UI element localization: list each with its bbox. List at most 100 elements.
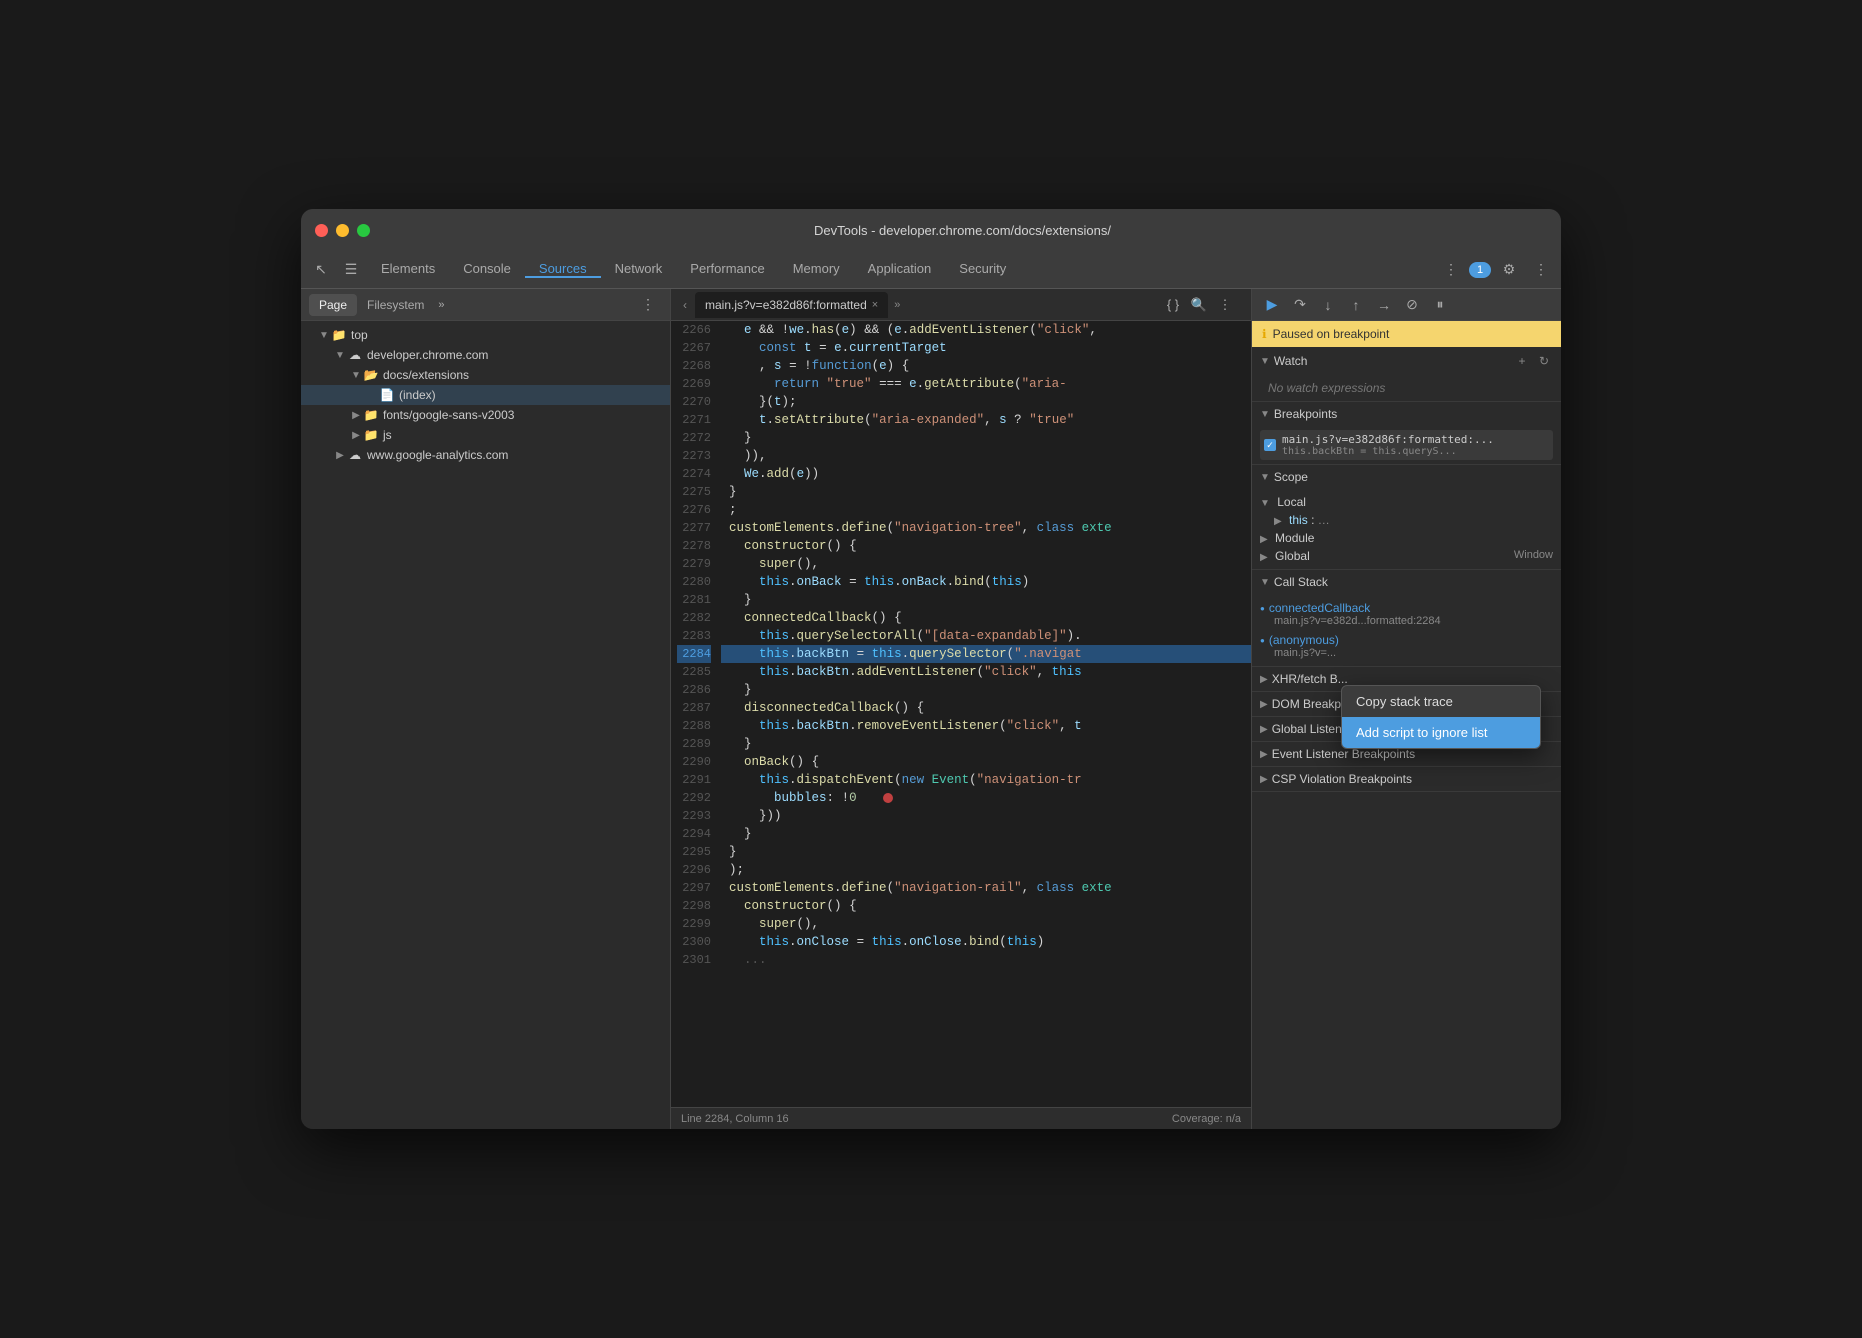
refresh-watch-btn[interactable]: ↻	[1535, 352, 1553, 370]
breakpoint-text: Paused on breakpoint	[1273, 327, 1390, 341]
tree-label-fonts: fonts/google-sans-v2003	[383, 408, 514, 422]
options-icon[interactable]: ⋮	[1527, 256, 1555, 284]
more-tabs-icon[interactable]: »	[890, 299, 904, 311]
tab-sources[interactable]: Sources	[525, 261, 601, 278]
tab-network[interactable]: Network	[601, 261, 677, 278]
close-button[interactable]	[315, 224, 328, 237]
tree-item-analytics[interactable]: ▶ ☁ www.google-analytics.com	[301, 445, 670, 465]
code-line-2273: )),	[721, 447, 1251, 465]
sidebar-tab-page[interactable]: Page	[309, 294, 357, 316]
cs-arrow: ▼	[1260, 577, 1270, 588]
code-line-2271: t.setAttribute("aria-expanded", s ? "tru…	[721, 411, 1251, 429]
this-value: …	[1318, 513, 1330, 527]
tree-arrow-chrome: ▼	[333, 348, 347, 362]
close-tab-icon[interactable]: ×	[872, 299, 878, 311]
code-line-2275: }	[721, 483, 1251, 501]
module-label: Module	[1275, 531, 1314, 545]
callstack-content: ● connectedCallback main.js?v=e382d...fo…	[1252, 594, 1561, 666]
code-line-2298: constructor() {	[721, 897, 1251, 915]
cs-item-1[interactable]: ● (anonymous) main.js?v=...	[1260, 630, 1553, 662]
el-arrow: ▶	[1260, 749, 1268, 760]
scope-section: ▼ Scope ▼ Local ▶ this : …	[1252, 465, 1561, 570]
code-line-2269: return "true" === e.getAttribute("aria-	[721, 375, 1251, 393]
csp-header[interactable]: ▶ CSP Violation Breakpoints	[1252, 767, 1561, 791]
bp-arrow: ▼	[1260, 409, 1270, 420]
csp-section: ▶ CSP Violation Breakpoints	[1252, 767, 1561, 792]
tree-item-top[interactable]: ▼ 📁 top	[301, 325, 670, 345]
scope-header[interactable]: ▼ Scope	[1252, 465, 1561, 489]
pretty-print-icon[interactable]: { }	[1161, 293, 1185, 317]
tree-item-docs[interactable]: ▼ 📂 docs/extensions	[301, 365, 670, 385]
scope-local[interactable]: ▼ Local	[1260, 493, 1553, 511]
breakpoint-item[interactable]: ✓ main.js?v=e382d86f:formatted:... this.…	[1260, 430, 1553, 460]
file-tab[interactable]: main.js?v=e382d86f:formatted ×	[695, 292, 888, 318]
breakpoints-header[interactable]: ▼ Breakpoints	[1252, 402, 1561, 426]
step-out-btn[interactable]: ↑	[1344, 293, 1368, 317]
minimize-button[interactable]	[336, 224, 349, 237]
step-into-btn[interactable]: ↓	[1316, 293, 1340, 317]
tab-performance[interactable]: Performance	[676, 261, 778, 278]
titlebar: DevTools - developer.chrome.com/docs/ext…	[301, 209, 1561, 251]
tab-application[interactable]: Application	[854, 261, 946, 278]
code-container[interactable]: 2266 2267 2268 2269 2270 2271 2272 2273 …	[671, 321, 1251, 1107]
cs-item-0[interactable]: ● connectedCallback main.js?v=e382d...fo…	[1260, 598, 1553, 630]
scope-global[interactable]: ▶ Global Window	[1260, 547, 1553, 565]
tree-arrow-analytics: ▶	[333, 448, 347, 462]
settings-icon[interactable]: ⚙	[1495, 256, 1523, 284]
add-watch-btn[interactable]: +	[1513, 352, 1531, 370]
tab-console[interactable]: Console	[449, 261, 525, 278]
copy-stack-trace-item[interactable]: Copy stack trace	[1342, 686, 1540, 717]
folder-js-icon: 📁	[363, 427, 379, 443]
code-lines[interactable]: e && !we.has(e) && (e.addEventListener("…	[721, 321, 1251, 1107]
scope-this[interactable]: ▶ this : …	[1260, 511, 1553, 529]
search-icon[interactable]: 🔍	[1187, 293, 1211, 317]
code-line-2276: ;	[721, 501, 1251, 519]
callstack-header[interactable]: ▼ Call Stack	[1252, 570, 1561, 594]
code-line-2292: bubbles: !0	[721, 789, 1251, 807]
tab-memory[interactable]: Memory	[779, 261, 854, 278]
step-over-btn[interactable]: ↷	[1288, 293, 1312, 317]
more-tabs-icon[interactable]: ⋮	[1437, 256, 1465, 284]
status-line-col: Line 2284, Column 16	[681, 1113, 789, 1125]
tree-item-index[interactable]: ▶ 📄 (index)	[301, 385, 670, 405]
pause-exceptions-btn[interactable]: ⏸	[1428, 293, 1452, 317]
code-line-2289: }	[721, 735, 1251, 753]
add-to-ignore-list-item[interactable]: Add script to ignore list	[1342, 717, 1540, 748]
tab-security[interactable]: Security	[945, 261, 1020, 278]
folder-fonts-icon: 📁	[363, 407, 379, 423]
resume-btn[interactable]: ▶	[1260, 293, 1284, 317]
tree-item-chrome[interactable]: ▼ ☁ developer.chrome.com	[301, 345, 670, 365]
tree-item-js[interactable]: ▶ 📁 js	[301, 425, 670, 445]
bp-checkbox[interactable]: ✓	[1264, 439, 1276, 451]
device-icon[interactable]: ☰	[337, 256, 365, 284]
global-label: Global	[1275, 549, 1310, 563]
scope-module[interactable]: ▶ Module	[1260, 529, 1553, 547]
code-line-2290: onBack() {	[721, 753, 1251, 771]
watch-header[interactable]: ▼ Watch + ↻	[1252, 347, 1561, 375]
code-line-2267: const t = e.currentTarget	[721, 339, 1251, 357]
more-actions-icon[interactable]: ⋮	[1213, 293, 1237, 317]
scope-label: Scope	[1274, 470, 1308, 484]
sidebar-tab-filesystem[interactable]: Filesystem	[357, 294, 434, 316]
main-toolbar: ↖ ☰ Elements Console Sources Network Per…	[301, 251, 1561, 289]
csp-arrow: ▶	[1260, 774, 1268, 785]
step-btn[interactable]: →	[1372, 293, 1396, 317]
code-line-2299: super(),	[721, 915, 1251, 933]
code-line-2286: }	[721, 681, 1251, 699]
tab-elements[interactable]: Elements	[367, 261, 449, 278]
sidebar: Page Filesystem » ⋮ ▼ 📁 top ▼ ☁	[301, 289, 671, 1129]
tab-bar: Elements Console Sources Network Perform…	[367, 261, 1435, 278]
tree-arrow-top: ▼	[317, 328, 331, 342]
watch-content: No watch expressions	[1252, 375, 1561, 401]
file-tab-name: main.js?v=e382d86f:formatted	[705, 298, 867, 312]
status-coverage: Coverage: n/a	[1172, 1113, 1241, 1125]
deactivate-btn[interactable]: ⊘	[1400, 293, 1424, 317]
sidebar-more-icon[interactable]: »	[438, 299, 444, 311]
prev-tab-icon[interactable]: ‹	[677, 298, 693, 312]
maximize-button[interactable]	[357, 224, 370, 237]
code-line-2274: We.add(e))	[721, 465, 1251, 483]
cursor-icon[interactable]: ↖	[307, 256, 335, 284]
sidebar-menu-icon[interactable]: ⋮	[634, 291, 662, 319]
code-line-2287: disconnectedCallback() {	[721, 699, 1251, 717]
tree-item-fonts[interactable]: ▶ 📁 fonts/google-sans-v2003	[301, 405, 670, 425]
